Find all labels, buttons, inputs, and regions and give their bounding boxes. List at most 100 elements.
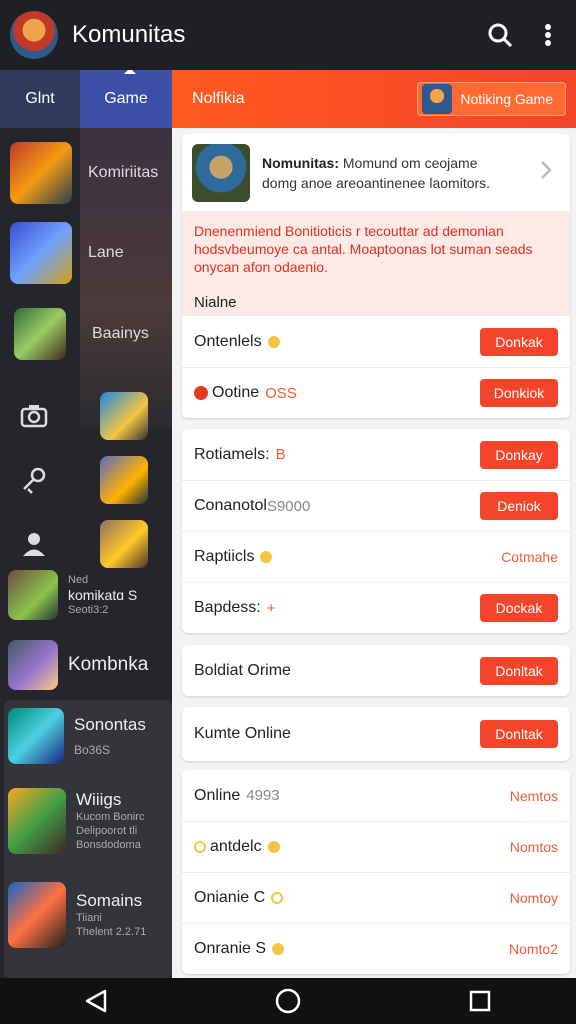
list-item-meta: Delipoorot tli (76, 825, 138, 837)
promo-image (192, 143, 250, 202)
search-icon[interactable] (480, 15, 520, 55)
setting-row: Onranie S Nomto2 (182, 923, 570, 974)
sidebar-item-label: Lane (88, 244, 124, 261)
setting-row: Conanotol S9000 Deniok (182, 480, 570, 531)
setting-extra: B (275, 446, 286, 463)
settings-group: Kumte Online Donltak (182, 707, 570, 761)
game-avatar (422, 84, 453, 114)
setting-row: Online 4993 Nemtos (182, 770, 570, 821)
sidebar-item-lane[interactable]: Lane (10, 222, 124, 284)
game-thumbnail (8, 708, 64, 764)
settings-group: Rotiamels: B Donkay Conanotol S9000 Deniok… (182, 429, 570, 633)
action-button[interactable]: Donkay (480, 440, 558, 469)
setting-label: Onianie C (194, 889, 266, 906)
warning-box: Dnenenmiend Bonitioticis r tecouttar ad … (182, 212, 570, 320)
list-item-meta: Kucom Bonirc (76, 811, 145, 823)
game-thumbnail (8, 640, 58, 690)
home-icon[interactable] (268, 981, 308, 1021)
sidebar-shortcut-camera[interactable] (20, 392, 148, 440)
action-button[interactable]: Donkak (480, 327, 558, 356)
back-icon[interactable] (76, 981, 116, 1021)
list-item-meta: Seoti3:2 (68, 604, 109, 616)
camera-icon (20, 402, 48, 430)
action-link[interactable]: Nomtoy (510, 890, 558, 906)
system-nav-bar (0, 978, 576, 1024)
action-link[interactable]: Nemtos (510, 788, 558, 804)
setting-extra: S9000 (266, 497, 311, 515)
game-thumbnail (10, 222, 72, 284)
notifying-game-label: Notiking Game (460, 91, 553, 107)
list-item[interactable]: Somains Tiiani Thelent 2.2.71 (8, 882, 172, 948)
page-title: Komunitas (72, 21, 186, 48)
action-link[interactable]: Nomto2 (509, 941, 558, 957)
setting-row: Rotiamels: B Donkay (182, 429, 570, 480)
setting-label: Ootine (212, 384, 260, 401)
list-item-meta: Tiiani (76, 912, 102, 924)
setting-label: Raptiicls (194, 548, 255, 565)
setting-label: antdelc (210, 838, 262, 855)
setting-row: Boldiat Orime Donltak (182, 645, 570, 696)
game-thumbnail (8, 788, 66, 854)
list-item-name: Sonontas (74, 715, 146, 734)
coin-icon (194, 841, 206, 853)
setting-row: Ootine OSS Donkiok (182, 367, 570, 418)
action-button[interactable]: Dockak (480, 594, 558, 622)
tab-game[interactable]: Game (80, 70, 172, 128)
recents-icon[interactable] (460, 981, 500, 1021)
top-app-bar: Komunitas (0, 0, 576, 70)
game-thumbnail (100, 456, 148, 504)
setting-label: Online (194, 786, 241, 804)
game-thumbnail (10, 142, 72, 204)
coin-icon (267, 335, 280, 348)
sidebar-item-baainys[interactable]: Baainys (14, 308, 149, 360)
alert-icon (194, 386, 208, 400)
promo-text: Momund om ceojame (339, 154, 478, 171)
action-button[interactable]: Deniok (480, 492, 558, 520)
action-link[interactable]: Nomtos (510, 839, 558, 855)
action-button[interactable]: Donltak (480, 656, 558, 685)
settings-group: Boldiat Orime Donltak (182, 645, 570, 696)
setting-row: antdelc Nomtos (182, 821, 570, 872)
setting-row: Raptiicls Cotmahe (182, 531, 570, 582)
setting-label: Boldiat Orime (194, 661, 291, 679)
setting-row: Kumte Online Donltak (182, 707, 570, 761)
profile-avatar[interactable] (10, 11, 58, 59)
promo-link[interactable]: Nomunitas: Momund om ceojame domg anoe a… (182, 134, 570, 212)
setting-extra: 4993 (246, 787, 280, 804)
sidebar: Glnt Game Komiriitas Lane Baainys Ned ko… (0, 70, 172, 978)
list-item-meta: Ned (68, 574, 89, 586)
list-item-name: Kombnka (68, 654, 149, 675)
list-item-name: Wiiigs (76, 790, 122, 809)
list-item-meta: Bonsdodoma (76, 839, 141, 851)
more-vert-icon[interactable] (528, 15, 568, 55)
list-item[interactable]: Sonontas Bo36S (8, 708, 172, 764)
tab-glnt[interactable]: Glnt (0, 70, 80, 128)
list-item[interactable]: Kombnka (8, 640, 172, 690)
action-button[interactable]: Donltak (480, 720, 558, 748)
sidebar-item-komunitas[interactable]: Komiriitas (10, 142, 158, 204)
setting-label: Onranie S (194, 940, 267, 957)
coin-icon (271, 892, 284, 904)
game-thumbnail (8, 570, 58, 620)
setting-label: Ontenlels (194, 332, 262, 350)
action-button[interactable]: Donkiok (480, 379, 558, 407)
panel-header: Nolfikia Notiking Game (172, 70, 576, 128)
game-thumbnail (14, 308, 66, 360)
list-item[interactable]: Wiiigs Kucom Bonirc Delipoorot tli Bonsd… (8, 788, 172, 854)
list-item[interactable]: Ned komikatɑ S Seoti3:2 (8, 570, 172, 620)
game-thumbnail (100, 392, 148, 440)
setting-label: Kumte Online (194, 725, 291, 742)
sidebar-shortcut-link[interactable] (20, 456, 148, 504)
list-item-meta: Bo36S (74, 743, 111, 757)
setting-row: Ontenlels Donkak (182, 316, 570, 367)
promo-title: Nomunitas: (262, 154, 339, 171)
sidebar-shortcut-profile[interactable] (20, 520, 148, 568)
promo-text: domg anoe areoantinenee laomitors. (262, 174, 491, 191)
setting-row: Onianie C Nomtoy (182, 872, 570, 923)
notifying-game-button[interactable]: Notiking Game (417, 82, 566, 116)
setting-label: Bapdess: (194, 599, 261, 616)
setting-row: Bapdess: + Dockak (182, 582, 570, 633)
coin-icon (272, 943, 285, 955)
action-link[interactable]: Cotmahe (501, 549, 558, 565)
promo-card: Nomunitas: Momund om ceojame domg anoe a… (182, 134, 570, 320)
